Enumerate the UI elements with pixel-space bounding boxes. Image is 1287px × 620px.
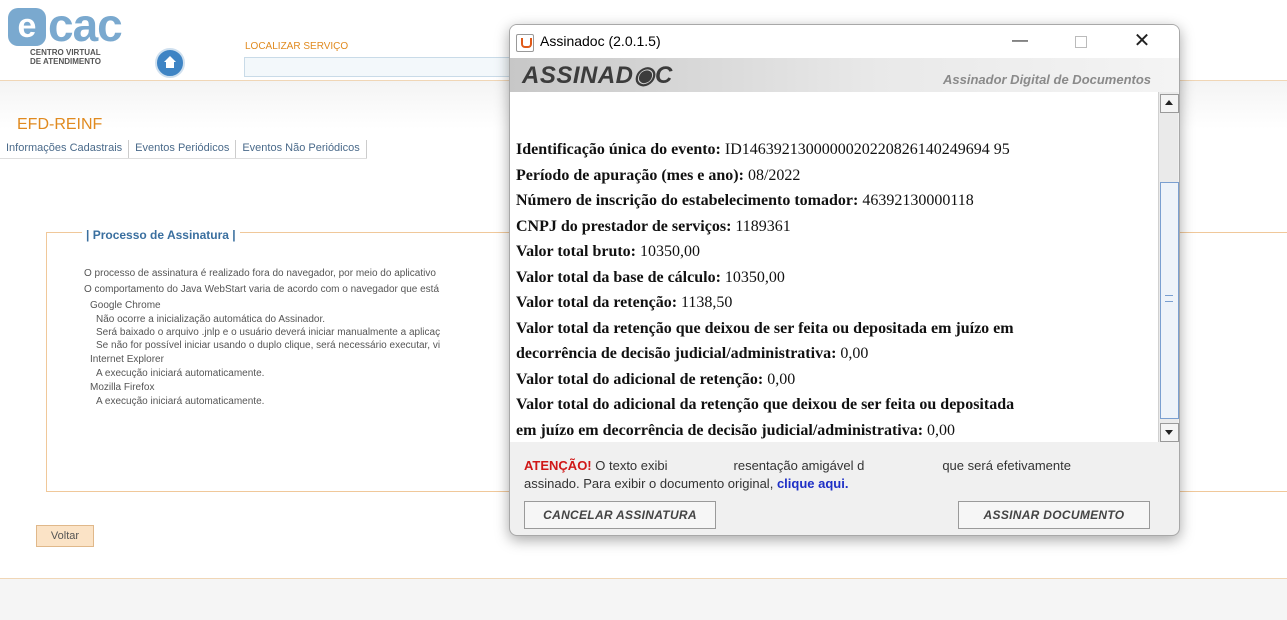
locate-service-label: LOCALIZAR SERVIÇO	[245, 41, 349, 52]
maximize-button[interactable]	[1058, 27, 1104, 55]
logo-subtitle: CENTRO VIRTUAL DE ATENDIMENTO	[30, 48, 101, 66]
document-preview[interactable]: Identificação única do evento: ID1463921…	[510, 92, 1158, 442]
panel-line: Será baixado o arquivo .jnlp e o usuário…	[96, 327, 441, 338]
panel-line: O processo de assinatura é realizado for…	[84, 268, 436, 279]
assinadoc-banner: ASSINAD◉C Assinador Digital de Documento…	[510, 58, 1179, 92]
scroll-thumb[interactable]	[1160, 182, 1179, 419]
panel-line: A execução iniciará automaticamente.	[96, 396, 265, 407]
close-button[interactable]: ✕	[1119, 27, 1165, 55]
warning-message: ATENÇÃO! O texto exibi resentação amigáve…	[524, 458, 1071, 491]
vertical-scrollbar[interactable]	[1158, 92, 1179, 442]
doc-line: Valor total da retenção que deixou de se…	[516, 319, 1014, 337]
doc-line: em juízo em decorrência de decisão judic…	[516, 421, 956, 439]
doc-line: Valor total do adicional de retenção: 0,…	[516, 370, 796, 388]
assinadoc-dialog: Assinadoc (2.0.1.5) — ✕ ASSINAD◉C Assina…	[509, 24, 1180, 536]
menu-informacoes-cadastrais[interactable]: Informações Cadastrais	[0, 140, 130, 158]
ecac-logo[interactable]: e cac CENTRO VIRTUAL DE ATENDIMENTO	[8, 0, 158, 66]
maximize-icon	[1075, 36, 1087, 48]
browser-ie: Internet Explorer	[90, 354, 164, 365]
dialog-title: Assinadoc (2.0.1.5)	[540, 33, 661, 49]
document-text: Identificação única do evento: ID1463921…	[516, 137, 1014, 442]
panel-text: O processo de assinatura é realizado for…	[84, 266, 440, 408]
java-icon	[516, 34, 534, 52]
sign-document-button[interactable]: ASSINAR DOCUMENTO	[958, 501, 1150, 529]
dialog-titlebar[interactable]: Assinadoc (2.0.1.5) — ✕	[510, 25, 1179, 58]
doc-line: Valor total do adicional da retenção que…	[516, 396, 1015, 413]
minimize-button[interactable]: —	[997, 27, 1043, 55]
doc-line: Identificação única do evento: ID1463921…	[516, 141, 1010, 158]
menu-eventos-nao-periodicos[interactable]: Eventos Não Periódicos	[236, 140, 367, 158]
back-button[interactable]: Voltar	[36, 525, 94, 547]
page-title: EFD-REINF	[17, 116, 103, 133]
panel-line: Não ocorre a inicialização automática do…	[96, 314, 326, 325]
cancel-signature-button[interactable]: CANCELAR ASSINATURA	[524, 501, 716, 529]
browser-chrome: Google Chrome	[90, 300, 161, 311]
redaction-box	[840, 244, 1030, 268]
page-footer	[0, 578, 1287, 620]
doc-line: CNPJ do prestador de serviços: 1189361	[516, 217, 791, 235]
view-original-link[interactable]: clique aqui.	[777, 476, 849, 491]
warning-label: ATENÇÃO!	[524, 458, 592, 473]
doc-line: Valor total da base de cálculo: 10350,00	[516, 268, 785, 286]
doc-line: Número de inscrição do estabelecimento t…	[516, 192, 974, 209]
scroll-up-icon[interactable]	[1160, 94, 1179, 113]
panel-title: | Processo de Assinatura |	[82, 228, 240, 242]
scroll-down-icon[interactable]	[1160, 423, 1179, 442]
doc-line: Período de apuração (mes e ano): 08/2022	[516, 166, 801, 184]
panel-line: Se não for possível iniciar usando o dup…	[96, 340, 441, 351]
browser-firefox: Mozilla Firefox	[90, 382, 155, 393]
logo-letter: e	[8, 8, 46, 46]
logo-text: cac	[48, 0, 123, 51]
doc-line: Valor total da retenção: 1138,50	[516, 294, 733, 311]
panel-line: A execução iniciará automaticamente.	[96, 368, 265, 379]
panel-line: O comportamento do Java WebStart varia d…	[84, 284, 440, 295]
menu-eventos-periodicos[interactable]: Eventos Periódicos	[129, 140, 237, 158]
top-menu: Informações Cadastrais Eventos Periódico…	[0, 140, 367, 159]
home-icon[interactable]	[155, 48, 185, 78]
assinadoc-logo: ASSINAD◉C	[522, 62, 673, 89]
banner-subtitle: Assinador Digital de Documentos	[943, 72, 1152, 87]
locate-service-input[interactable]	[244, 57, 516, 77]
doc-line: decorrência de decisão judicial/administ…	[516, 345, 869, 362]
